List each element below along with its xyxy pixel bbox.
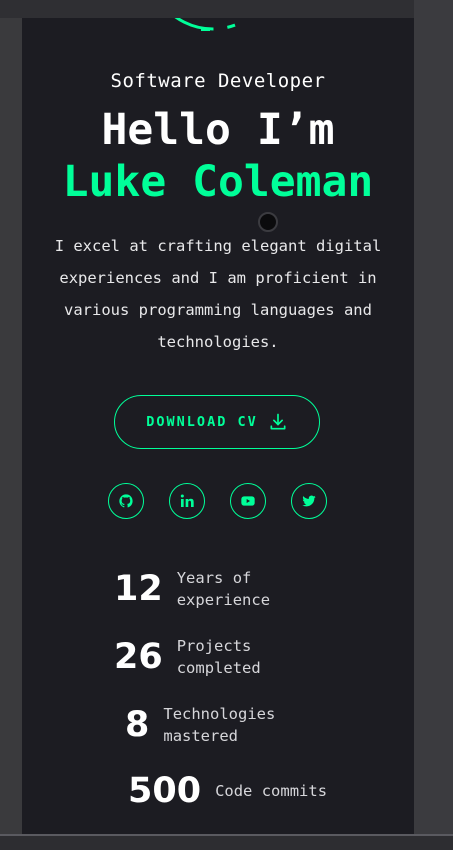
job-title: Software Developer (110, 70, 326, 92)
twitter-icon (302, 495, 316, 507)
stat-value: 500 (128, 771, 202, 811)
social-links (108, 483, 328, 520)
stat-label: Code commits (215, 782, 328, 800)
stat-technologies: 8 Technologies mastered (125, 703, 303, 747)
twitter-link[interactable] (291, 483, 327, 519)
stat-value: 26 (114, 637, 163, 677)
stat-projects: 26 Projects completed (114, 635, 317, 679)
avatar-ring-icon (174, 18, 252, 31)
portfolio-page: Software Developer Hello I’m Luke Colema… (22, 18, 414, 836)
name-heading: Luke Coleman (62, 157, 374, 207)
stat-label: Projects completed (176, 637, 261, 677)
download-cv-button[interactable]: DOWNLOAD CV (114, 395, 320, 449)
window-top-shade (0, 0, 453, 18)
window-bottom-bar (0, 836, 453, 850)
github-icon (119, 494, 133, 508)
window-right-shade (414, 0, 453, 850)
download-cv-label: DOWNLOAD CV (146, 414, 258, 430)
youtube-link[interactable] (230, 483, 266, 519)
stat-label: Years of experience (176, 569, 271, 609)
stat-value: 12 (114, 569, 163, 609)
github-link[interactable] (108, 483, 144, 519)
linkedin-icon (180, 494, 194, 507)
intro-paragraph: I excel at crafting elegant digital expe… (54, 237, 382, 351)
youtube-icon (241, 496, 255, 506)
stat-value: 8 (125, 705, 150, 745)
stat-commits: 500 Code commits (128, 771, 355, 811)
linkedin-link[interactable] (169, 483, 205, 519)
mouse-cursor (258, 212, 278, 232)
stat-years: 12 Years of experience (114, 567, 317, 611)
greeting-heading: Hello I’m (101, 105, 335, 155)
stat-label: Technologies mastered (163, 705, 276, 745)
download-icon (270, 413, 286, 430)
